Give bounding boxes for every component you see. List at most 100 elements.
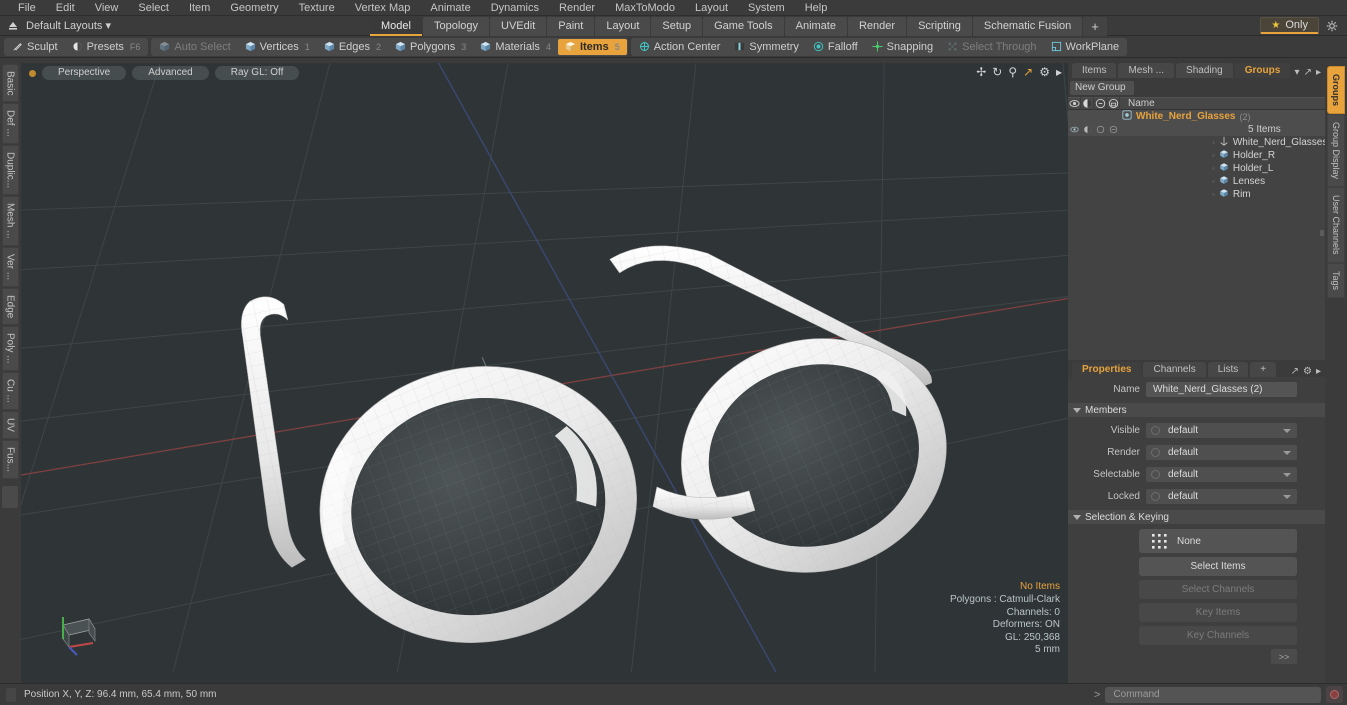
tree-toggle-0[interactable] — [1068, 136, 1081, 149]
tree-toggle-1[interactable] — [1081, 123, 1094, 136]
chevron-down-icon[interactable]: ▾ — [1295, 67, 1300, 78]
menu-item-system[interactable]: System — [738, 0, 795, 16]
toolbar-button-edges[interactable]: Edges 2 — [317, 39, 388, 55]
menu-item-edit[interactable]: Edit — [46, 0, 85, 16]
tree-toggle-1[interactable] — [1081, 136, 1094, 149]
left-rail-tab-4[interactable]: Ver ... — [1, 246, 19, 287]
command-input[interactable]: Command — [1105, 686, 1321, 703]
tree-toggle-2[interactable] — [1094, 110, 1107, 123]
render-icon[interactable] — [1081, 97, 1094, 110]
tree-toggle-1[interactable] — [1081, 175, 1094, 188]
left-rail-tab-8[interactable]: UV — [1, 410, 19, 439]
tree-toggle-3[interactable] — [1107, 123, 1120, 136]
layout-tab-model[interactable]: Model — [370, 16, 422, 36]
name-field[interactable]: White_Nerd_Glasses (2) — [1146, 382, 1297, 397]
properties-tab-[interactable]: + — [1250, 362, 1277, 377]
tree-scrollbar[interactable] — [1320, 230, 1324, 236]
tree-toggle-3[interactable] — [1107, 162, 1120, 175]
zoom-icon[interactable]: ⚲ — [1008, 66, 1017, 78]
expand-icon[interactable]: ↗ — [1304, 67, 1312, 78]
menu-item-animate[interactable]: Animate — [420, 0, 480, 16]
menu-item-select[interactable]: Select — [128, 0, 179, 16]
tree-toggle-2[interactable] — [1094, 136, 1107, 149]
play-icon[interactable]: ▸ — [1316, 366, 1321, 377]
tree-toggle-3[interactable] — [1107, 175, 1120, 188]
rotate-icon[interactable]: ↻ — [992, 66, 1002, 78]
toolbar-button-vertices[interactable]: Vertices 1 — [238, 39, 317, 55]
selection-keying-section-header[interactable]: Selection & Keying — [1068, 510, 1325, 524]
tree-toggle-0[interactable] — [1068, 123, 1081, 136]
left-rail-tab-2[interactable]: Duplic... — [1, 145, 19, 196]
tree-toggle-2[interactable] — [1094, 149, 1107, 162]
properties-tab-properties[interactable]: Properties — [1072, 362, 1142, 377]
new-group-button[interactable]: New Group — [1070, 81, 1134, 95]
toolbar-button-presets[interactable]: Presets F6 — [65, 39, 148, 55]
tree-toggle-2[interactable] — [1094, 123, 1107, 136]
group-tree[interactable]: White_Nerd_Glasses (2) 5 Items ◦ White_Nerd_… — [1068, 110, 1325, 360]
toolbar-button-polygons[interactable]: Polygons 3 — [388, 39, 473, 55]
members-section-header[interactable]: Members — [1068, 403, 1325, 417]
left-rail-tab-6[interactable]: Poly ... — [1, 326, 19, 371]
expand-toggle-icon[interactable]: ◦ — [1212, 164, 1215, 173]
button-select-items[interactable]: Select Items — [1139, 557, 1297, 576]
viewport-shading-button[interactable]: Advanced — [132, 66, 209, 80]
left-rail-tab-9[interactable]: Fus... — [1, 439, 19, 479]
viewport-3d[interactable]: Perspective Advanced Ray GL: Off ✢ ↻ ⚲ ↗… — [21, 63, 1068, 683]
tree-row-child[interactable]: ◦ Holder_R — [1068, 149, 1325, 162]
default-layouts-label[interactable]: Default Layouts ▾ — [26, 19, 111, 32]
left-rail-tab-1[interactable]: Def ... — [1, 103, 19, 145]
right-rail-tab-groups[interactable]: Groups — [1327, 66, 1345, 115]
toolbar-button-workplane[interactable]: WorkPlane — [1044, 39, 1127, 55]
left-rail-tab-5[interactable]: Edge — [1, 287, 19, 326]
tree-toggle-1[interactable] — [1081, 149, 1094, 162]
menu-item-geometry[interactable]: Geometry — [220, 0, 288, 16]
left-rail-extra-button[interactable] — [2, 485, 18, 508]
right-rail-tab-tags[interactable]: Tags — [1327, 262, 1345, 298]
tree-toggle-1[interactable] — [1081, 162, 1094, 175]
menu-item-layout[interactable]: Layout — [685, 0, 738, 16]
toolbar-button-action-center[interactable]: Action Center — [632, 39, 728, 55]
toolbar-button-sculpt[interactable]: Sculpt — [5, 39, 65, 55]
tree-row-child[interactable]: ◦ Rim — [1068, 188, 1325, 201]
up-arrow-icon[interactable] — [6, 19, 20, 33]
tree-toggle-2[interactable] — [1094, 162, 1107, 175]
layout-tab-uvedit[interactable]: UVEdit — [490, 16, 547, 36]
tree-row-child[interactable]: ◦ Holder_L — [1068, 162, 1325, 175]
expand-toggle-icon[interactable]: ◦ — [1212, 190, 1215, 199]
play-icon[interactable]: ▸ — [1056, 66, 1062, 78]
layout-tab-schematic-fusion[interactable]: Schematic Fusion — [972, 16, 1083, 36]
layout-tab-layout[interactable]: Layout — [595, 16, 651, 36]
expand-toggle-icon[interactable]: ◦ — [1212, 138, 1215, 147]
right-panel-tab-shading[interactable]: Shading — [1176, 63, 1233, 78]
toolbar-button-materials[interactable]: Materials 4 — [473, 39, 558, 55]
member-dropdown-visible[interactable]: default — [1146, 423, 1297, 438]
layout-tab-paint[interactable]: Paint — [547, 16, 595, 36]
gear-icon[interactable]: ⚙ — [1039, 66, 1050, 78]
member-dropdown-selectable[interactable]: default — [1146, 467, 1297, 482]
viewport-projection-button[interactable]: Perspective — [42, 66, 127, 80]
toolbar-button-auto-select[interactable]: Auto Select — [152, 39, 237, 55]
left-rail-tab-3[interactable]: Mesh ... — [1, 196, 19, 246]
expand-toggle-icon[interactable]: ◦ — [1212, 151, 1215, 160]
menu-item-view[interactable]: View — [85, 0, 129, 16]
status-drag-handle[interactable] — [6, 687, 16, 702]
tree-toggle-3[interactable] — [1107, 110, 1120, 123]
menu-item-file[interactable]: File — [8, 0, 46, 16]
button-none[interactable]: None — [1139, 529, 1297, 553]
tree-toggle-0[interactable] — [1068, 188, 1081, 201]
menu-item-help[interactable]: Help — [795, 0, 838, 16]
right-panel-tab-mesh[interactable]: Mesh ... — [1118, 63, 1175, 78]
tree-toggle-2[interactable] — [1094, 175, 1107, 188]
record-icon[interactable] — [1326, 686, 1343, 703]
toolbar-button-falloff[interactable]: Falloff — [806, 39, 865, 55]
lock-icon[interactable] — [1107, 97, 1120, 110]
menu-item-maxtomodo[interactable]: MaxToModo — [605, 0, 685, 16]
pan-icon[interactable]: ✢ — [976, 66, 986, 78]
layout-tab-topology[interactable]: Topology — [422, 16, 490, 36]
properties-tab-lists[interactable]: Lists — [1207, 362, 1249, 377]
left-rail-tab-7[interactable]: Cu ... — [1, 371, 19, 410]
viewport-menu-dot-icon[interactable] — [29, 69, 36, 77]
toolbar-button-snapping[interactable]: Snapping — [865, 39, 941, 55]
play-icon[interactable]: ▸ — [1316, 67, 1321, 78]
tree-toggle-3[interactable] — [1107, 149, 1120, 162]
